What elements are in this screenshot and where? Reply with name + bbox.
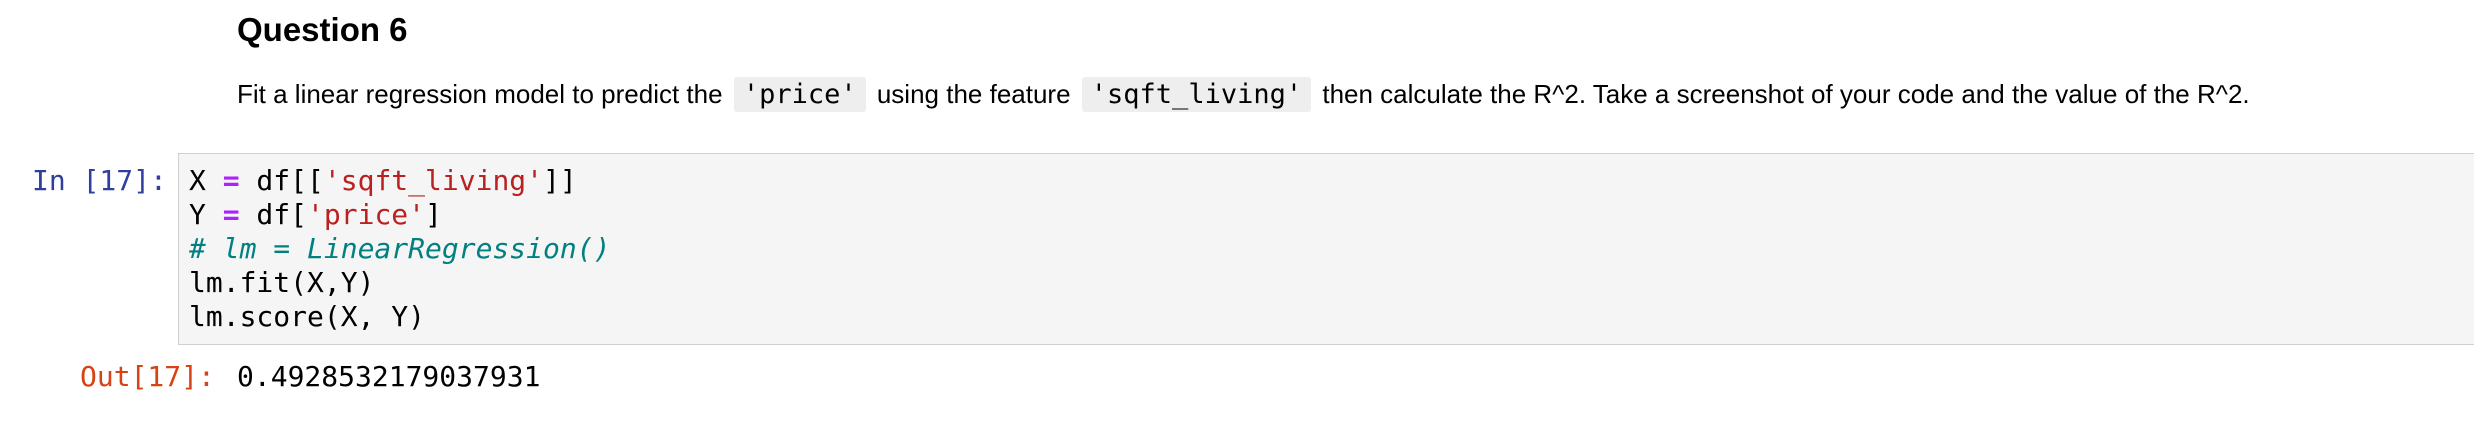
code-token: lm.fit(X,Y) bbox=[189, 266, 375, 299]
code-token: Y bbox=[189, 198, 223, 231]
question-text: Fit a linear regression model to predict… bbox=[237, 74, 2250, 115]
inline-code-sqft-living: 'sqft_living' bbox=[1081, 77, 1312, 112]
code-token: df[[ bbox=[239, 164, 324, 197]
code-line: lm.fit(X,Y) bbox=[189, 266, 2464, 300]
question-text-part-3: then calculate the R^2. Take a screensho… bbox=[1322, 79, 2250, 109]
operator-token: = bbox=[222, 164, 240, 197]
question-title: Question 6 bbox=[237, 11, 408, 48]
question-text-part-1: Fit a linear regression model to predict… bbox=[237, 79, 723, 109]
comment-token: # lm = LinearRegression() bbox=[189, 232, 611, 265]
output-value: 0.4928532179037931 bbox=[237, 360, 541, 393]
operator-token: = bbox=[222, 198, 240, 231]
output-prompt: Out[17]: bbox=[80, 360, 215, 393]
code-token: df[ bbox=[239, 198, 308, 231]
code-line: lm.score(X, Y) bbox=[189, 300, 2464, 334]
code-token: ]] bbox=[543, 164, 577, 197]
code-line: Y = df['price'] bbox=[189, 198, 2464, 232]
code-token: X bbox=[189, 164, 223, 197]
code-editor[interactable]: X = df[['sqft_living']] Y = df['price'] … bbox=[178, 153, 2474, 345]
input-prompt: In [17]: bbox=[32, 164, 167, 197]
code-line: X = df[['sqft_living']] bbox=[189, 164, 2464, 198]
code-token: ] bbox=[425, 198, 442, 231]
string-token: 'price' bbox=[307, 198, 426, 231]
string-token: 'sqft_living' bbox=[323, 164, 544, 197]
question-text-part-2: using the feature bbox=[876, 79, 1071, 109]
code-token: lm.score(X, Y) bbox=[189, 300, 426, 333]
inline-code-price: 'price' bbox=[733, 77, 866, 112]
code-line: # lm = LinearRegression() bbox=[189, 232, 2464, 266]
